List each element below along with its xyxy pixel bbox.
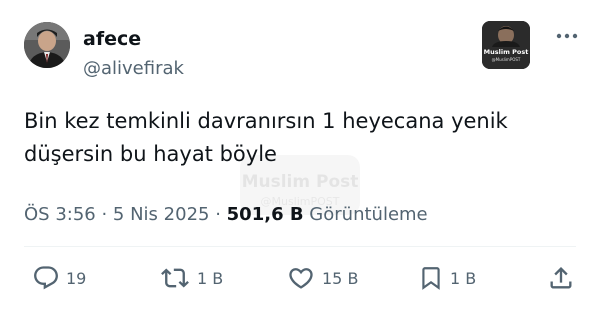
- brand-logo-sub: @MuslimPOST: [491, 57, 521, 62]
- views-count[interactable]: 501,6 B: [227, 204, 304, 225]
- repost-count: 1 B: [197, 268, 224, 288]
- repost-icon: [161, 268, 189, 288]
- tweet-time[interactable]: ÖS 3:56: [24, 204, 96, 225]
- brand-logo: Muslim Post @MuslimPOST: [482, 21, 530, 69]
- more-options-button[interactable]: [553, 26, 581, 46]
- like-button[interactable]: 15 B: [286, 263, 358, 293]
- comment-icon: [34, 266, 58, 290]
- meta-separator: ·: [95, 204, 113, 225]
- heart-icon: [289, 268, 313, 289]
- tweet-text-line: Bin kez temkinli davranırsın 1 heyecana …: [24, 109, 508, 133]
- tweet-card: afece @alivefirak Muslim Post @MuslimPOS…: [0, 0, 600, 315]
- watermark-line1: Muslim Post: [242, 172, 359, 192]
- brand-logo-label: Muslim Post: [483, 48, 529, 56]
- share-button[interactable]: [547, 263, 575, 293]
- avatar-image: [24, 22, 70, 68]
- bookmark-count: 1 B: [450, 268, 477, 288]
- tweet-text: Bin kez temkinli davranırsın 1 heyecana …: [24, 105, 564, 171]
- bookmark-button[interactable]: 1 B: [418, 263, 476, 293]
- views-label[interactable]: Görüntüleme: [304, 204, 427, 225]
- like-count: 15 B: [322, 268, 359, 288]
- bookmark-icon: [422, 267, 440, 290]
- tweet-meta: ÖS 3:56 · 5 Nis 2025 · 501,6 B Görüntüle…: [24, 203, 428, 227]
- reply-count: 19: [66, 268, 87, 288]
- avatar[interactable]: [24, 22, 70, 68]
- author-handle[interactable]: @alivefirak: [83, 58, 184, 80]
- divider: [24, 246, 576, 247]
- action-bar: 19 1 B 15 B 1 B: [0, 263, 600, 293]
- more-icon: [556, 33, 578, 39]
- repost-button[interactable]: 1 B: [159, 263, 223, 293]
- share-icon: [550, 267, 572, 289]
- reply-button[interactable]: 19: [32, 263, 86, 293]
- tweet-text-line: düşersin bu hayat böyle: [24, 142, 277, 166]
- meta-separator: ·: [209, 204, 227, 225]
- author-name[interactable]: afece: [83, 27, 141, 51]
- tweet-date[interactable]: 5 Nis 2025: [113, 204, 210, 225]
